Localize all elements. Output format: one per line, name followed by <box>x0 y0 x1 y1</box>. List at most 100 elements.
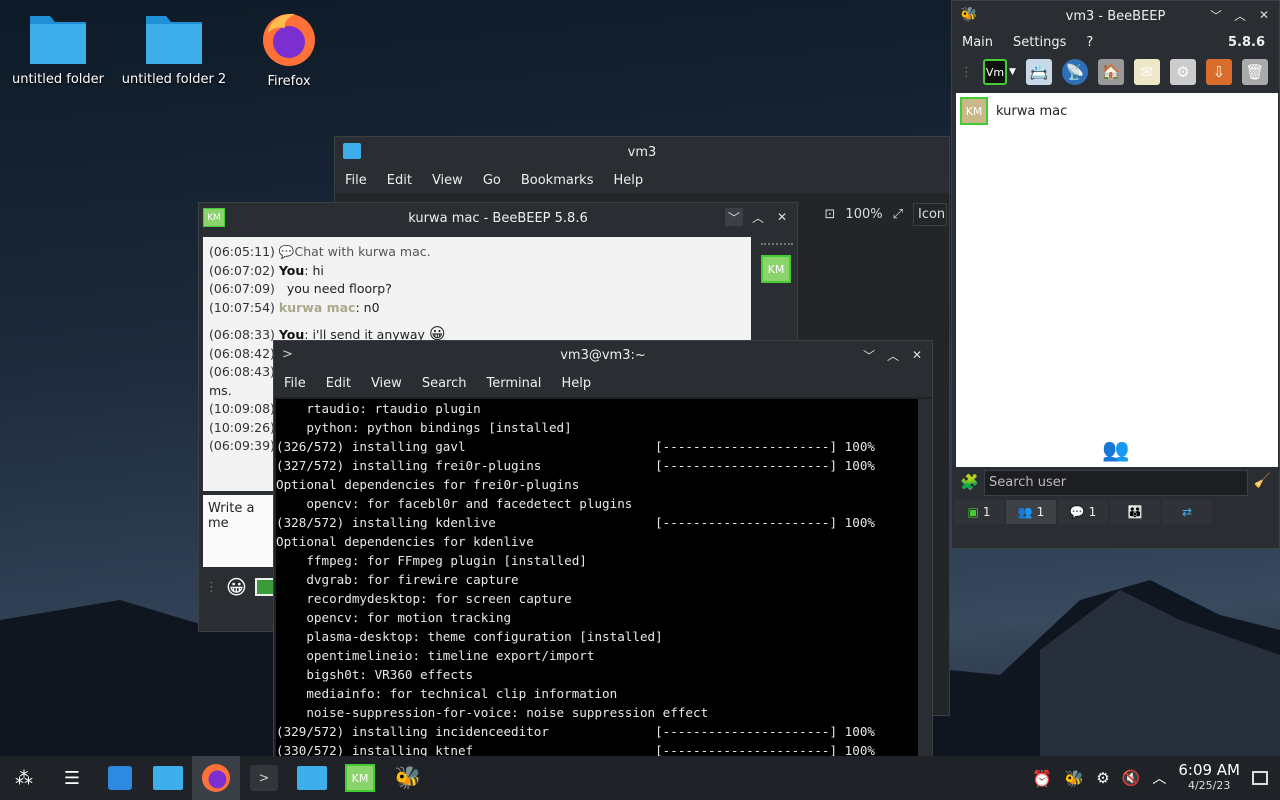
digital-clock[interactable]: 6:09 AM 4/25/23 <box>1178 762 1240 794</box>
menu-terminal[interactable]: Terminal <box>476 376 551 391</box>
menu-view[interactable]: View <box>422 173 473 188</box>
grip-handle[interactable]: ⋮ <box>205 580 218 595</box>
desktop-icon-label: untitled folder 2 <box>121 72 227 87</box>
tab-group-add[interactable]: 👪 <box>1110 500 1160 524</box>
dolphin-launcher[interactable] <box>144 756 192 800</box>
tab-groups[interactable]: 👥 1 <box>1006 500 1056 524</box>
maximize-button[interactable]: ︿ <box>884 346 902 364</box>
menu-go[interactable]: Go <box>473 173 511 188</box>
terminal-line: opentimelineio: timeline export/import <box>276 648 595 663</box>
menu-edit[interactable]: Edit <box>316 376 361 391</box>
menu-help[interactable]: Help <box>551 376 601 391</box>
desktop-icon-untitled-folder-2[interactable]: untitled folder 2 <box>119 10 229 87</box>
download-icon[interactable]: ⇩ <box>1205 59 1232 85</box>
terminal-window: > vm3@vm3:~ ﹀ ︿ ✕ File Edit View Search … <box>273 340 933 760</box>
view-mode-button[interactable]: Icon <box>913 203 947 226</box>
beebeep-tabbar: ▣ 1 👥 1 💬 1 👪 ⇄ <box>954 500 1212 524</box>
home-icon[interactable]: 🏠 <box>1097 59 1124 85</box>
chevron-up-icon[interactable]: ︿ <box>1152 768 1166 788</box>
desktop-icon-untitled-folder[interactable]: untitled folder <box>3 10 113 87</box>
sliders-icon: ☰ <box>63 767 81 789</box>
app-launcher-button[interactable]: ⁂ <box>0 756 48 800</box>
tab-files[interactable]: ⇄ <box>1162 500 1212 524</box>
chat-icon: 💬 <box>1069 505 1085 519</box>
alarm-icon[interactable]: ⏰ <box>1032 769 1052 788</box>
clear-search-icon[interactable]: 🧹 <box>1254 473 1271 489</box>
menu-file[interactable]: File <box>335 173 377 188</box>
settings-launcher[interactable]: ☰ <box>48 756 96 800</box>
firefox-icon <box>263 13 315 66</box>
menu-help[interactable]: Help <box>603 173 653 188</box>
chat-titlebar[interactable]: KM kurwa mac - BeeBEEP 5.8.6 ﹀ ︿ ✕ <box>199 203 797 233</box>
beebeep-tray-icon[interactable]: 🐝 <box>1064 769 1084 788</box>
terminal-line: opencv: for facebl0r and facedetect plug… <box>276 496 633 511</box>
tab-users[interactable]: ▣ 1 <box>954 500 1004 524</box>
discover-launcher[interactable] <box>96 756 144 800</box>
zoom-fit-icon[interactable]: ⤢ <box>893 207 903 222</box>
plugins-icon[interactable]: ⚙ <box>1169 59 1196 85</box>
menu-edit[interactable]: Edit <box>377 173 422 188</box>
menu-view[interactable]: View <box>361 376 412 391</box>
message-icon[interactable]: ✉ <box>1133 59 1160 85</box>
close-button[interactable]: ✕ <box>908 346 926 364</box>
tab-chats[interactable]: 💬 1 <box>1058 500 1108 524</box>
menu-main[interactable]: Main <box>952 35 1003 50</box>
terminal-line: noise-suppression-for-voice: noise suppr… <box>276 705 709 720</box>
grip-handle[interactable]: ⋮ <box>960 65 973 80</box>
terminal-line: (326/572) installing gavl [-------------… <box>276 439 875 454</box>
dolphin-task[interactable] <box>288 756 336 800</box>
network-tray-icon[interactable]: ⚙ <box>1096 769 1109 787</box>
terminal-line: mediainfo: for technical clip informatio… <box>276 686 618 701</box>
menu-file[interactable]: File <box>274 376 316 391</box>
users-watermark-icon: 👥 <box>1102 438 1130 463</box>
user-avatar: KM <box>960 97 988 125</box>
terminal-scrollbar[interactable] <box>918 399 932 759</box>
menu-bookmarks[interactable]: Bookmarks <box>511 173 604 188</box>
zoom-out-icon[interactable]: ⊡ <box>825 207 836 222</box>
chevron-down-icon[interactable]: ▼ <box>1009 67 1016 77</box>
firefox-task[interactable] <box>192 756 240 800</box>
zoom-level: 100% <box>845 207 883 222</box>
menu-help[interactable]: ? <box>1076 35 1103 50</box>
user-avatar: KM <box>203 208 225 227</box>
terminal-line: Optional dependencies for kdenlive <box>276 534 534 549</box>
desktop-icon-label: untitled folder <box>11 72 104 87</box>
dolphin-titlebar[interactable]: vm3 <box>335 137 949 167</box>
close-button[interactable]: ✕ <box>1255 6 1273 24</box>
user-name: kurwa mac <box>996 103 1068 119</box>
desktop-icon-firefox[interactable]: Firefox <box>234 8 344 89</box>
minimize-button[interactable]: ﹀ <box>1207 6 1225 24</box>
terminal-output[interactable]: rtaudio: rtaudio plugin python: python b… <box>276 399 918 759</box>
emoticon-icon[interactable]: 😀 <box>226 575 247 599</box>
grip-handle[interactable] <box>761 243 793 249</box>
dolphin-toolbar: ⊡ 100% ⤢ Icon <box>825 203 949 226</box>
beebeep-chat-task[interactable]: KM <box>336 756 384 800</box>
konsole-task[interactable]: > <box>240 756 288 800</box>
user-list-item[interactable]: KM kurwa mac <box>956 93 1278 129</box>
chat-input-toolbar: ⋮ 😀 <box>205 575 277 599</box>
show-desktop-button[interactable] <box>1252 771 1268 785</box>
minimize-button[interactable]: ﹀ <box>725 208 743 226</box>
beebeep-task[interactable]: 🐝 <box>384 756 432 800</box>
home-folder-icon <box>297 766 327 790</box>
member-avatar[interactable]: KM <box>761 255 791 283</box>
minimize-button[interactable]: ﹀ <box>860 346 878 364</box>
close-button[interactable]: ✕ <box>773 208 791 226</box>
terminal-titlebar[interactable]: > vm3@vm3:~ ﹀ ︿ ✕ <box>274 341 932 369</box>
menu-search[interactable]: Search <box>412 376 477 391</box>
terminal-menubar: File Edit View Search Terminal Help <box>274 369 932 397</box>
network-icon[interactable]: 📡 <box>1061 59 1088 85</box>
chat-message: (06:07:09) you need floorp? <box>209 281 392 296</box>
search-user-input[interactable]: Search user <box>984 470 1248 496</box>
trash-icon[interactable]: 🗑 <box>1241 59 1268 85</box>
chat-message: (06:05:11) 💬Chat with kurwa mac. <box>209 244 431 259</box>
profile-icon[interactable]: 📇 <box>1025 59 1052 85</box>
chat-message-input[interactable]: Write a me <box>203 495 281 567</box>
beebeep-titlebar[interactable]: 🐝 vm3 - BeeBEEP ﹀ ︿ ✕ <box>952 1 1279 31</box>
status-button[interactable]: Vm <box>983 59 1007 85</box>
maximize-button[interactable]: ︿ <box>749 208 767 226</box>
maximize-button[interactable]: ︿ <box>1231 6 1249 24</box>
menu-settings[interactable]: Settings <box>1003 35 1076 50</box>
launcher-icon: ⁂ <box>15 767 33 789</box>
volume-muted-icon[interactable]: 🔇 <box>1122 769 1141 787</box>
